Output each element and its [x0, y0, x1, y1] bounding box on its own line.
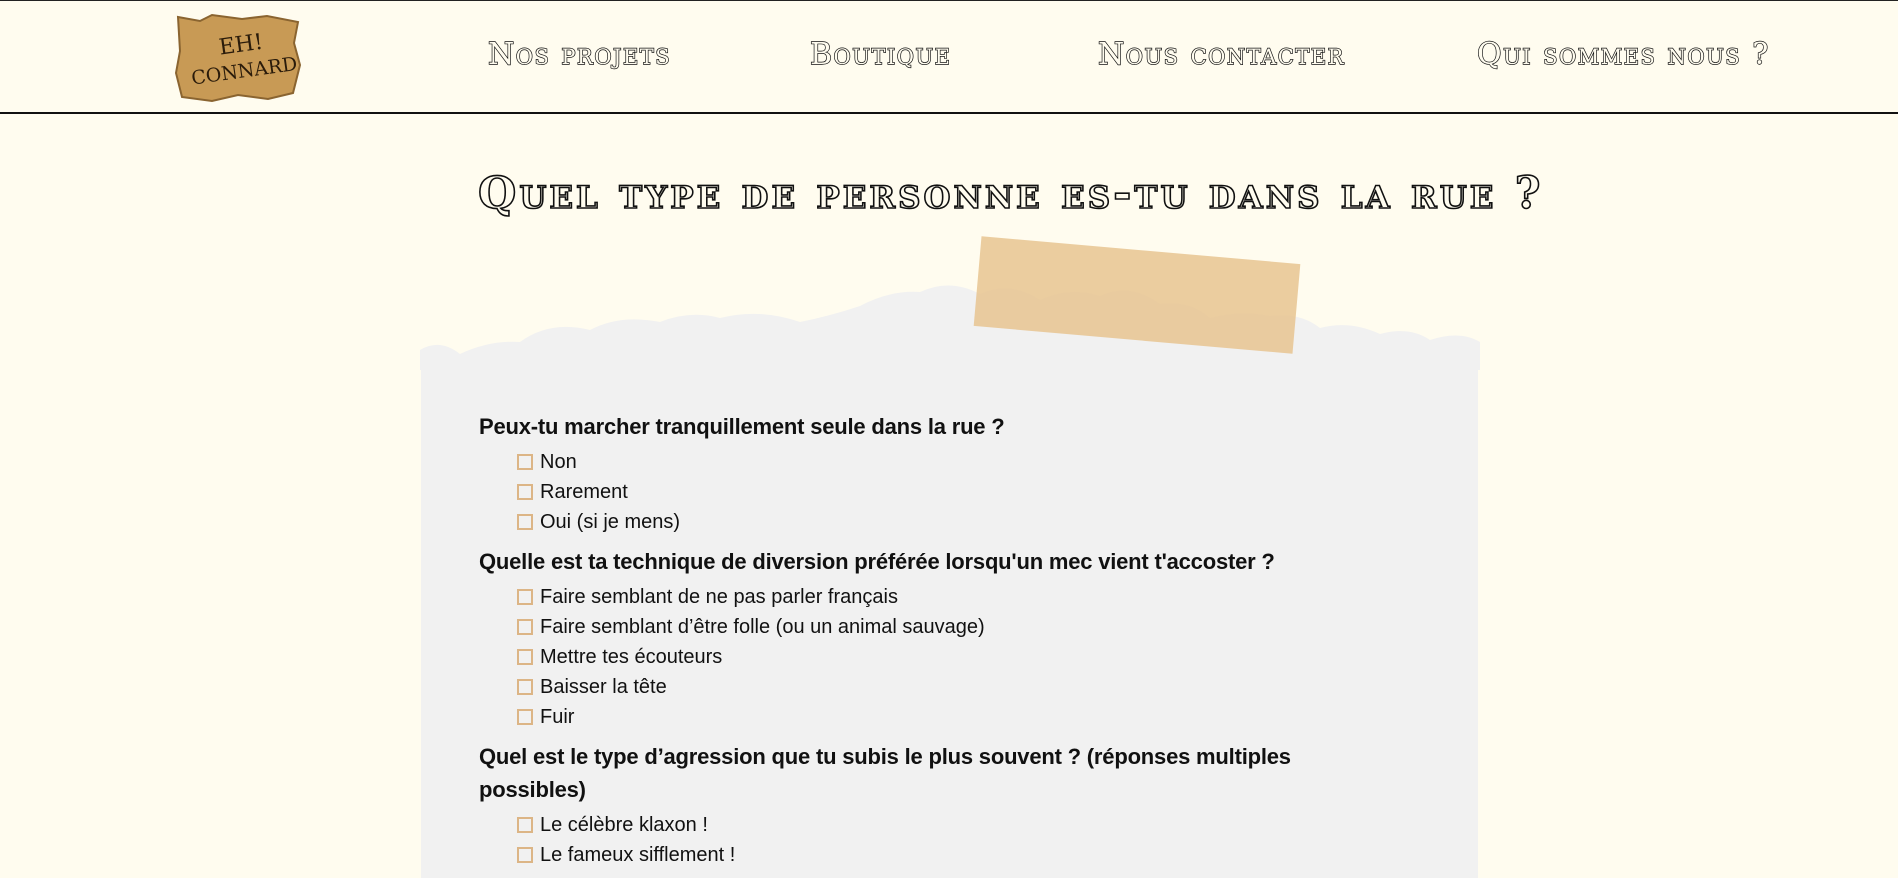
- site-header: EH! CONNARD Nos projets Boutique Nous co…: [0, 0, 1898, 114]
- option-label: Mettre tes écouteurs: [540, 645, 723, 668]
- quiz-form: Peux-tu marcher tranquillement seule dan…: [479, 410, 1379, 878]
- logo[interactable]: EH! CONNARD: [172, 13, 302, 103]
- checkbox[interactable]: [517, 709, 533, 725]
- checkbox[interactable]: [517, 454, 533, 470]
- option-label: Oui (si je mens): [540, 510, 681, 533]
- option-ne-pas-parler-francais[interactable]: Faire semblant de ne pas parler français: [517, 582, 1379, 612]
- option-label: Non: [540, 450, 577, 473]
- option-label: Baisser la tête: [540, 675, 667, 698]
- nav-nos-projets[interactable]: Nos projets: [487, 36, 671, 72]
- nav-nous-contacter[interactable]: Nous contacter: [1097, 36, 1345, 72]
- option-label: Le célèbre klaxon !: [540, 813, 708, 836]
- question-1-options: Non Rarement Oui (si je mens): [479, 447, 1379, 537]
- option-etre-folle[interactable]: Faire semblant d’être folle (ou un anima…: [517, 612, 1379, 642]
- option-label: Le fameux sifflement !: [540, 843, 736, 866]
- option-sifflement[interactable]: Le fameux sifflement !: [517, 840, 1379, 870]
- option-baisser-la-tete[interactable]: Baisser la tête: [517, 672, 1379, 702]
- checkbox[interactable]: [517, 619, 533, 635]
- checkbox[interactable]: [517, 817, 533, 833]
- nav-boutique[interactable]: Boutique: [809, 36, 952, 72]
- question-3-options: Le célèbre klaxon ! Le fameux sifflement…: [479, 810, 1379, 870]
- option-non[interactable]: Non: [517, 447, 1379, 477]
- nav-qui-sommes-nous[interactable]: Qui sommes nous ?: [1476, 36, 1770, 72]
- checkbox[interactable]: [517, 484, 533, 500]
- checkbox[interactable]: [517, 514, 533, 530]
- checkbox[interactable]: [517, 589, 533, 605]
- option-oui[interactable]: Oui (si je mens): [517, 507, 1379, 537]
- option-label: Faire semblant d’être folle (ou un anima…: [540, 615, 985, 638]
- paper-torn-edge: [420, 285, 1480, 370]
- option-rarement[interactable]: Rarement: [517, 477, 1379, 507]
- option-fuir[interactable]: Fuir: [517, 702, 1379, 732]
- question-3: Quel est le type d’agression que tu subi…: [479, 744, 1291, 802]
- checkbox[interactable]: [517, 847, 533, 863]
- option-label: Faire semblant de ne pas parler français: [540, 585, 898, 608]
- option-ecouteurs[interactable]: Mettre tes écouteurs: [517, 642, 1379, 672]
- option-label: Rarement: [540, 480, 628, 503]
- checkbox[interactable]: [517, 679, 533, 695]
- question-1: Peux-tu marcher tranquillement seule dan…: [479, 414, 1005, 439]
- question-2-options: Faire semblant de ne pas parler français…: [479, 582, 1379, 732]
- option-klaxon[interactable]: Le célèbre klaxon !: [517, 810, 1379, 840]
- checkbox[interactable]: [517, 649, 533, 665]
- page-title: Quel type de personne es-tu dans la rue …: [477, 167, 1544, 220]
- question-2: Quelle est ta technique de diversion pré…: [479, 549, 1275, 574]
- option-label: Fuir: [540, 705, 575, 728]
